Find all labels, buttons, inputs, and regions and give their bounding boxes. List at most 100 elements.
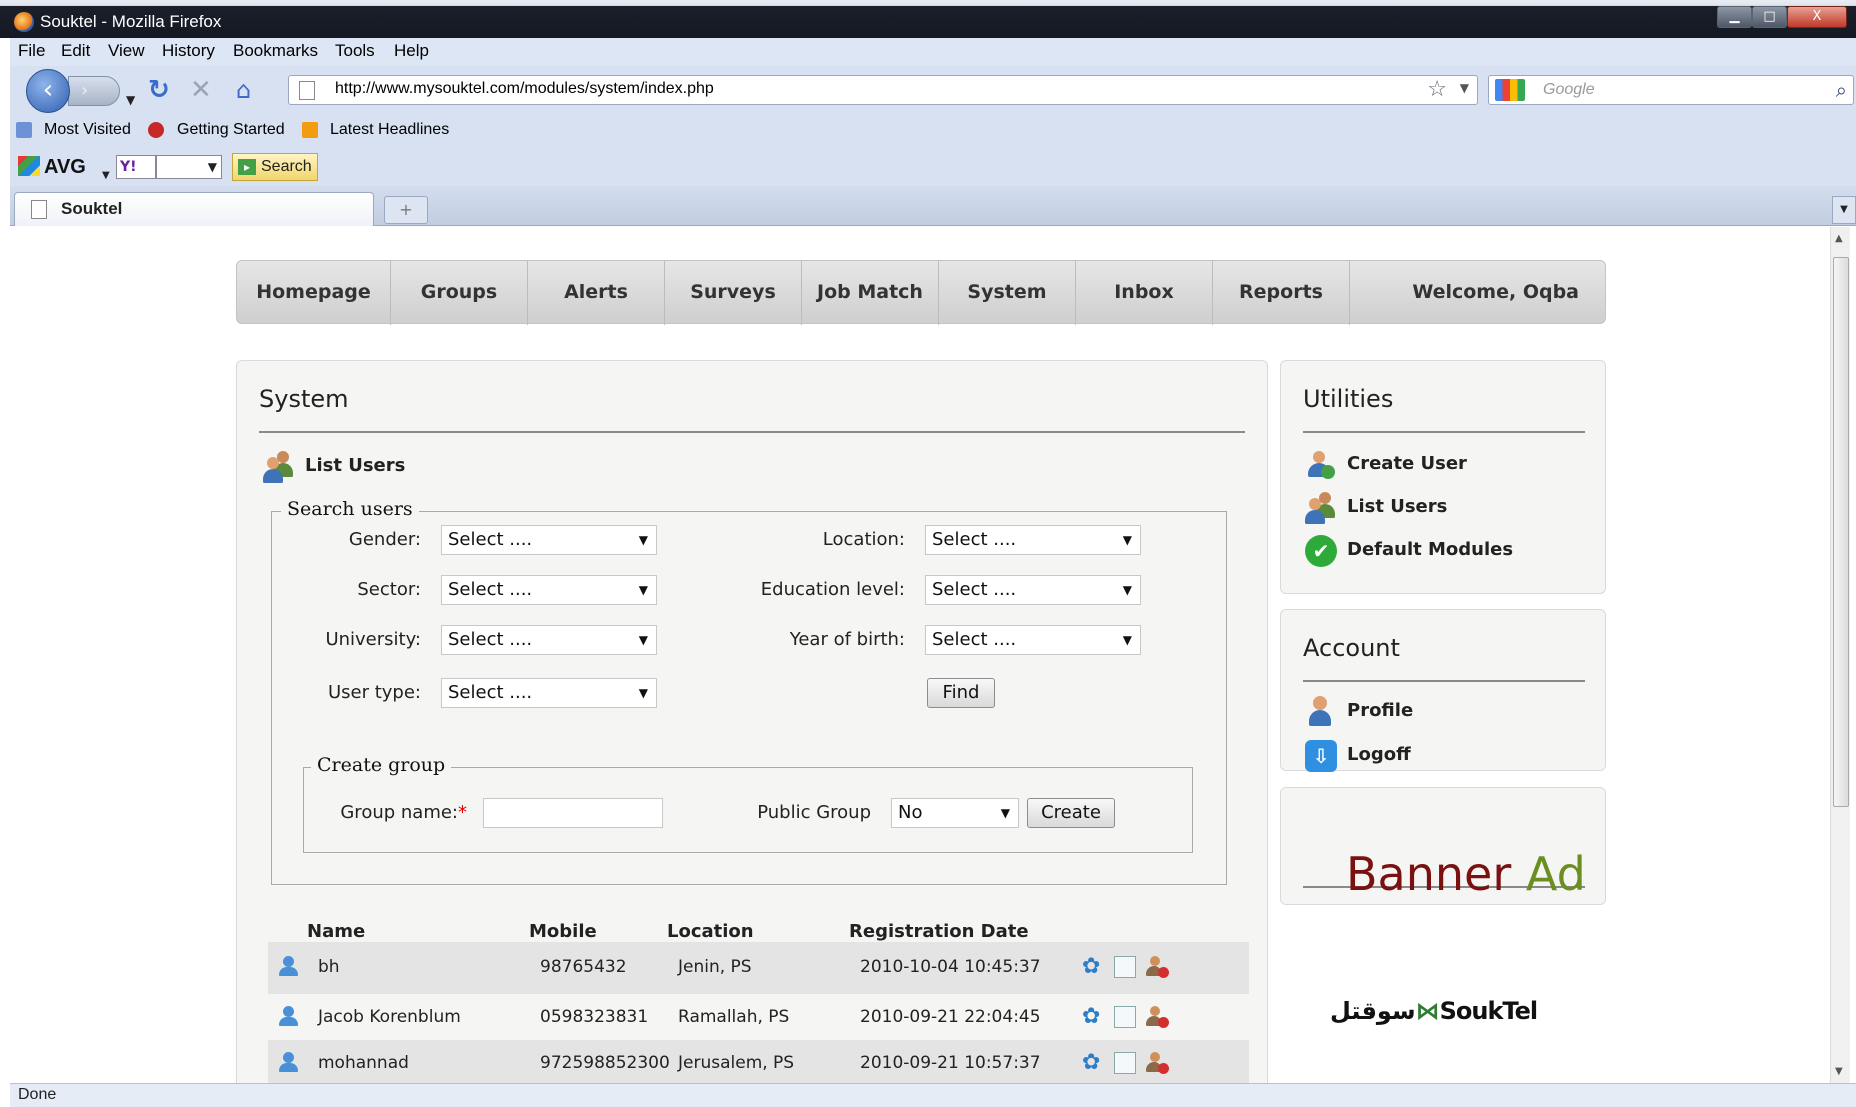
tab-list-button[interactable]: ▼: [1832, 196, 1856, 224]
nav-alerts[interactable]: Alerts: [528, 261, 665, 325]
menu-history[interactable]: History: [162, 41, 215, 61]
menu-view[interactable]: View: [108, 41, 145, 61]
menu-edit[interactable]: Edit: [61, 41, 90, 61]
nav-groups[interactable]: Groups: [391, 261, 528, 325]
vertical-scrollbar[interactable]: ▲ ▼: [1830, 227, 1850, 1083]
address-bar[interactable]: http://www.mysouktel.com/modules/system/…: [288, 75, 1478, 105]
table-row[interactable]: Jacob Korenblum 0598323831 Ramallah, PS …: [268, 994, 1249, 1040]
delete-user-icon-head: [1150, 956, 1160, 966]
settings-gear-icon[interactable]: ✿: [1082, 956, 1104, 978]
search-box[interactable]: Google ⌕: [1488, 75, 1854, 105]
url-dropdown-icon[interactable]: ▼: [1460, 81, 1469, 95]
menu-bar: File Edit View History Bookmarks Tools H…: [10, 38, 1856, 66]
bookmark-most-visited[interactable]: Most Visited: [44, 121, 131, 139]
avg-search-input[interactable]: ▼: [156, 155, 222, 179]
user-icon-head: [283, 1052, 294, 1063]
cell-registration-date: 2010-09-21 22:04:45: [860, 1007, 1041, 1027]
chevron-down-icon: ▼: [638, 633, 648, 647]
nav-system[interactable]: System: [939, 261, 1076, 325]
menu-tools[interactable]: Tools: [335, 41, 375, 61]
maximize-button[interactable]: □: [1752, 6, 1787, 28]
delete-user-icon[interactable]: [1146, 956, 1169, 978]
minimize-button[interactable]: ▁: [1717, 6, 1752, 28]
location-select[interactable]: Select .... ▼: [925, 525, 1141, 555]
user-icon-head: [283, 956, 294, 967]
forward-button[interactable]: ›: [68, 76, 120, 106]
settings-gear-icon[interactable]: ✿: [1082, 1006, 1104, 1028]
create-user-icon-head: [1313, 451, 1325, 463]
avg-toolbar: AVG ▼ Y! ▼ ▸ Search: [10, 148, 1856, 186]
status-text: Done: [18, 1086, 57, 1103]
banner-ad[interactable]: Banner Ad: [1346, 847, 1586, 901]
list-users-icon-body-front: [1305, 510, 1325, 524]
list-users-icon-head-front: [1309, 498, 1321, 510]
year-of-birth-select[interactable]: Select .... ▼: [925, 625, 1141, 655]
sector-select[interactable]: Select .... ▼: [441, 575, 657, 605]
group-name-input[interactable]: [483, 798, 663, 828]
bookmark-latest-headlines[interactable]: Latest Headlines: [330, 121, 449, 139]
souktel-logo: سوقتل⋈SoukTel: [1330, 997, 1538, 1025]
nav-homepage[interactable]: Homepage: [237, 261, 391, 325]
education-level-label: Education level:: [760, 579, 905, 600]
reload-icon[interactable]: ↻: [148, 76, 170, 104]
required-mark: *: [458, 802, 467, 823]
edit-icon[interactable]: [1114, 1006, 1136, 1028]
location-select-value: Select ....: [932, 529, 1017, 550]
stop-icon[interactable]: ✕: [190, 76, 212, 104]
nav-inbox[interactable]: Inbox: [1076, 261, 1213, 325]
bookmark-star-icon[interactable]: ☆: [1427, 77, 1447, 102]
group-name-label-text: Group name:: [340, 802, 458, 823]
delete-user-icon[interactable]: [1146, 1052, 1169, 1074]
cell-location: Jenin, PS: [678, 957, 752, 977]
tab-souktel[interactable]: Souktel: [14, 192, 374, 226]
scroll-up-icon[interactable]: ▲: [1835, 233, 1843, 244]
account-divider: [1303, 680, 1585, 682]
table-row[interactable]: mohannad 972598852300 Jerusalem, PS 2010…: [268, 1040, 1249, 1083]
yahoo-selector[interactable]: Y!: [116, 155, 156, 179]
back-button[interactable]: ‹: [26, 69, 70, 113]
nav-job-match[interactable]: Job Match: [802, 261, 939, 325]
find-button[interactable]: Find: [927, 678, 995, 708]
delete-badge: [1158, 1063, 1169, 1074]
search-placeholder[interactable]: Google: [1543, 81, 1595, 99]
window-title: Souktel - Mozilla Firefox: [40, 12, 222, 31]
google-icon[interactable]: [1495, 79, 1525, 101]
menu-file[interactable]: File: [18, 41, 45, 61]
university-select[interactable]: Select .... ▼: [441, 625, 657, 655]
scroll-thumb[interactable]: [1833, 257, 1849, 807]
edit-icon[interactable]: [1114, 1052, 1136, 1074]
bookmark-getting-started[interactable]: Getting Started: [177, 121, 285, 139]
cell-mobile: 0598323831: [540, 1007, 649, 1027]
menu-help[interactable]: Help: [394, 41, 429, 61]
avg-logo-icon: [18, 156, 40, 176]
cell-name: bh: [318, 957, 340, 977]
menu-bookmarks[interactable]: Bookmarks: [233, 41, 318, 61]
gender-select[interactable]: Select .... ▼: [441, 525, 657, 555]
close-button[interactable]: X: [1787, 6, 1847, 28]
sector-select-value: Select ....: [448, 579, 533, 600]
create-group-button[interactable]: Create: [1027, 798, 1115, 828]
table-row[interactable]: bh 98765432 Jenin, PS 2010-10-04 10:45:3…: [268, 942, 1249, 994]
new-tab-button[interactable]: +: [384, 196, 428, 224]
education-level-select[interactable]: Select .... ▼: [925, 575, 1141, 605]
gender-label: Gender:: [348, 529, 421, 550]
edit-icon[interactable]: [1114, 956, 1136, 978]
nav-surveys[interactable]: Surveys: [665, 261, 802, 325]
nav-reports[interactable]: Reports: [1213, 261, 1350, 325]
avg-search-button[interactable]: ▸ Search: [232, 153, 318, 181]
scroll-down-icon[interactable]: ▼: [1835, 1066, 1843, 1077]
profile-icon-head: [1313, 696, 1327, 710]
tab-strip: Souktel + ▼: [10, 186, 1856, 226]
user-type-select[interactable]: Select .... ▼: [441, 678, 657, 708]
search-icon[interactable]: ⌕: [1836, 78, 1847, 102]
public-group-select[interactable]: No ▼: [891, 798, 1019, 828]
settings-gear-icon[interactable]: ✿: [1082, 1052, 1104, 1074]
history-dropdown-icon[interactable]: ▼: [126, 86, 135, 114]
welcome-text: Welcome, Oqba: [1412, 281, 1579, 303]
delete-user-icon[interactable]: [1146, 1006, 1169, 1028]
tab-label: Souktel: [61, 199, 123, 218]
getting-started-icon: [148, 122, 164, 138]
avg-logo[interactable]: AVG: [18, 156, 86, 179]
url-text[interactable]: http://www.mysouktel.com/modules/system/…: [335, 80, 714, 98]
home-icon[interactable]: ⌂: [236, 76, 251, 104]
